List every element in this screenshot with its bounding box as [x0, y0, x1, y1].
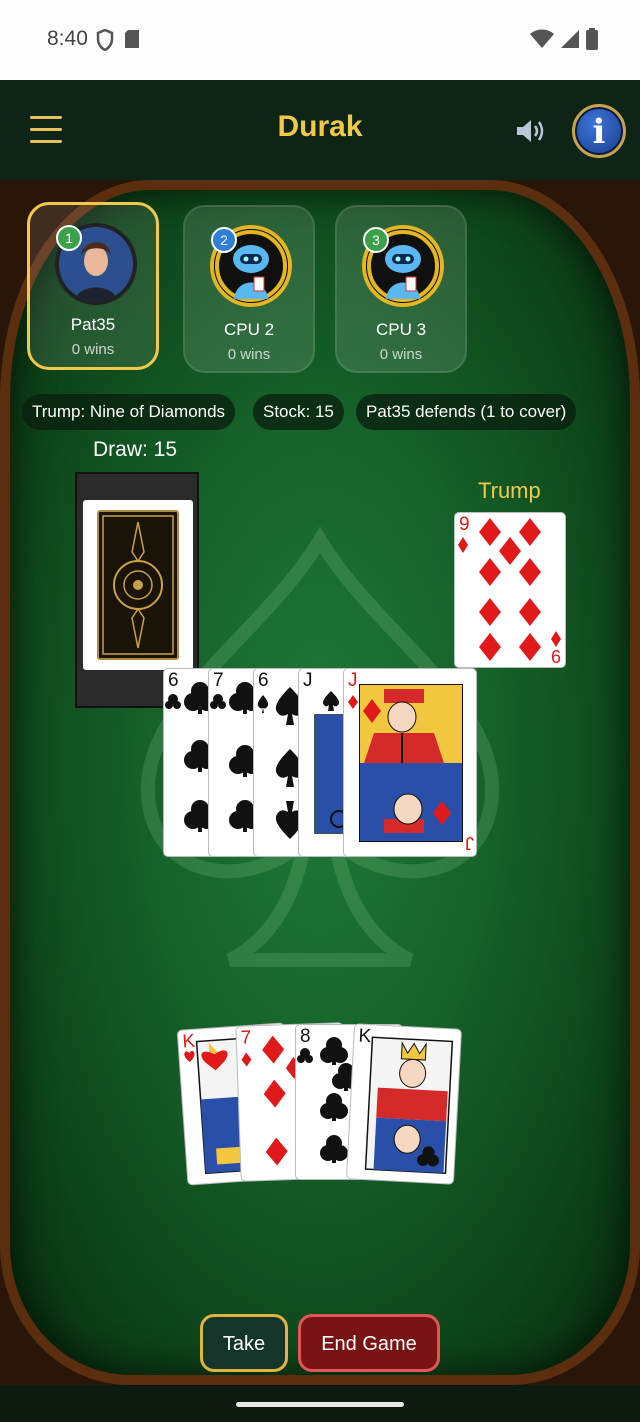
- status-time: 8:40: [47, 27, 88, 50]
- status-left-icons: [96, 29, 140, 51]
- stock-info-pill: Stock: 15: [253, 394, 344, 430]
- battery-icon: [586, 28, 598, 50]
- player-name: Pat35: [70, 315, 116, 334]
- ornament-icon: [102, 515, 174, 655]
- trump-info-pill: Trump: Nine of Diamonds: [22, 394, 236, 430]
- card-back-pattern: [97, 510, 179, 660]
- app-bar: Durak i: [0, 80, 640, 180]
- status-right-icons: [530, 28, 598, 50]
- info-icon: i: [592, 112, 606, 152]
- player-card-2[interactable]: 2 CPU 2 0 wins: [183, 205, 315, 373]
- player-badge: 1: [56, 225, 82, 251]
- player-name: CPU 3: [375, 320, 427, 339]
- hand-card[interactable]: K: [345, 1023, 463, 1185]
- end-game-button[interactable]: End Game: [298, 1314, 440, 1372]
- player-badge: 2: [211, 227, 237, 253]
- player-card-3[interactable]: 3 CPU 3 0 wins: [335, 205, 467, 373]
- sound-button[interactable]: [514, 116, 548, 146]
- table-card[interactable]: J J: [343, 668, 477, 857]
- player-wins: 0 wins: [227, 346, 271, 363]
- defense-status-pill: Pat35 defends (1 to cover): [356, 394, 577, 430]
- wifi-icon: [530, 29, 554, 48]
- player-wins: 0 wins: [379, 346, 423, 363]
- player-badge: 3: [363, 227, 389, 253]
- player-wins: 0 wins: [71, 341, 115, 358]
- jack-of-diamonds-face-icon: J: [348, 684, 474, 853]
- navigation-bar: [0, 1385, 640, 1422]
- player-card-1[interactable]: 1 Pat35 0 wins: [27, 202, 159, 370]
- svg-text:J: J: [465, 833, 474, 853]
- card-back: [83, 500, 193, 670]
- player-name: CPU 2: [223, 320, 275, 339]
- take-button[interactable]: Take: [200, 1314, 288, 1372]
- svg-text:6: 6: [551, 647, 561, 667]
- speaker-icon: [517, 120, 544, 142]
- home-gesture-handle[interactable]: [236, 1402, 404, 1407]
- trump-card: 9 6: [454, 512, 566, 668]
- signal-icon: [561, 30, 579, 48]
- shield-icon: [96, 29, 114, 51]
- diamond-suit-icon: 6: [458, 518, 561, 667]
- trump-label: Trump: [478, 478, 541, 503]
- info-button[interactable]: i: [572, 104, 626, 158]
- draw-pile-label: Draw: 15: [93, 438, 178, 461]
- sd-card-icon: [125, 30, 139, 48]
- game-table: 1 Pat35 0 wins 2 CPU 2 0 wins 3 CPU 3 0 …: [0, 180, 640, 1385]
- king-of-clubs-face-icon: [364, 1036, 454, 1175]
- status-bar: 8:40: [0, 0, 640, 80]
